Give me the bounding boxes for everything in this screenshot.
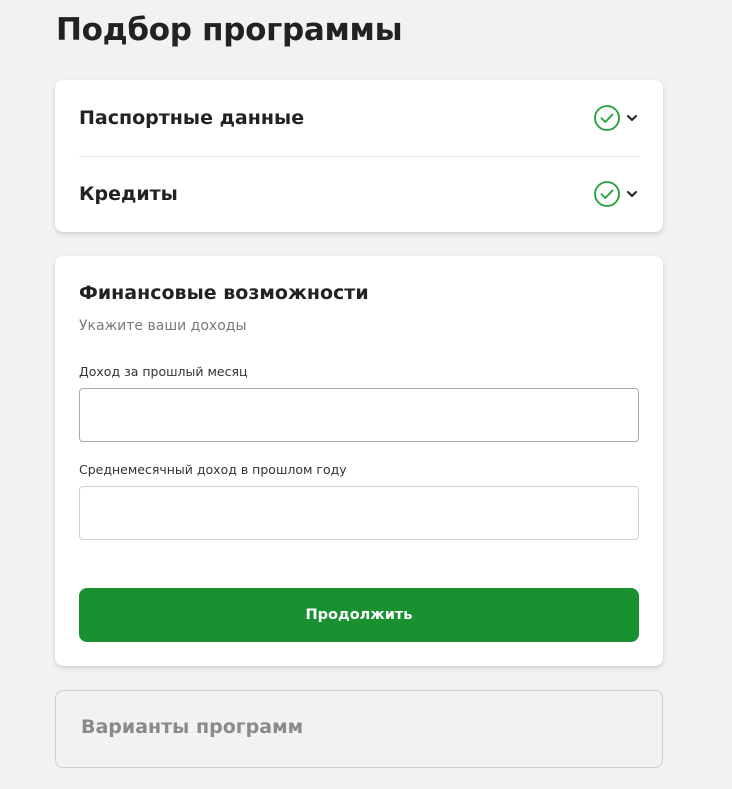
continue-button[interactable]: Продолжить xyxy=(79,588,639,642)
completed-steps-card: Паспортные данные Кредиты xyxy=(55,80,663,232)
avg-monthly-income-label: Среднемесячный доход в прошлом году xyxy=(79,462,347,477)
check-circle-icon xyxy=(594,181,620,207)
chevron-down-icon[interactable] xyxy=(625,187,639,201)
last-month-income-label: Доход за прошлый месяц xyxy=(79,364,248,379)
section-title: Финансовые возможности xyxy=(79,282,369,304)
step-label: Паспортные данные xyxy=(79,107,305,129)
financial-capabilities-card: Финансовые возможности Укажите ваши дохо… xyxy=(55,256,663,666)
last-month-income-input[interactable] xyxy=(79,388,639,442)
step-passport-data[interactable]: Паспортные данные xyxy=(79,80,639,156)
program-variants-section: Варианты программ xyxy=(55,690,663,768)
check-circle-icon xyxy=(594,105,620,131)
step-icons xyxy=(593,180,639,208)
program-variants-label: Варианты программ xyxy=(81,716,304,738)
avg-monthly-income-input[interactable] xyxy=(79,486,639,540)
step-icons xyxy=(593,104,639,132)
section-subtitle: Укажите ваши доходы xyxy=(79,318,247,334)
page: Подбор программы Паспортные данные Креди… xyxy=(0,0,732,789)
step-credits[interactable]: Кредиты xyxy=(79,156,639,232)
page-title: Подбор программы xyxy=(56,12,403,48)
chevron-down-icon[interactable] xyxy=(625,111,639,125)
step-label: Кредиты xyxy=(79,183,178,205)
